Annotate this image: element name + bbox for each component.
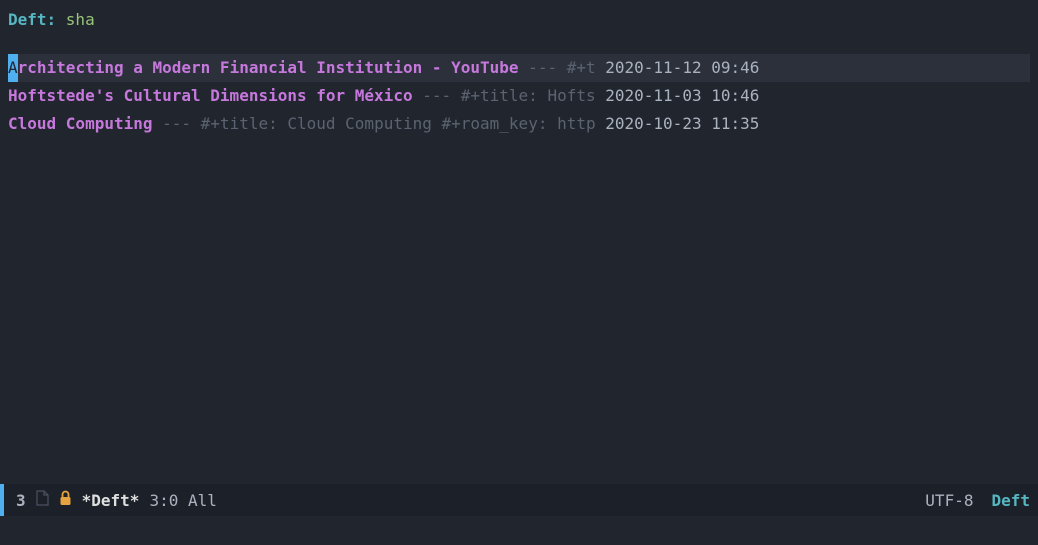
deft-prompt-label: Deft: bbox=[8, 10, 66, 29]
echo-area bbox=[0, 516, 1038, 545]
file-icon bbox=[36, 490, 49, 510]
result-count: 3 bbox=[16, 491, 26, 510]
cursor: A bbox=[8, 54, 18, 82]
result-row[interactable]: Architecting a Modern Financial Institut… bbox=[8, 54, 1030, 82]
major-mode: Deft bbox=[991, 491, 1030, 510]
deft-search-input[interactable]: sha bbox=[66, 10, 95, 29]
editor-area: Deft: sha Architecting a Modern Financia… bbox=[0, 0, 1038, 484]
result-row[interactable]: Cloud Computing --- #+title: Cloud Compu… bbox=[8, 110, 1030, 138]
modeline-left: 3 *Deft* 3:0 All bbox=[8, 490, 217, 510]
result-separator: --- bbox=[153, 110, 201, 138]
result-separator: --- bbox=[413, 82, 461, 110]
result-summary: #+t bbox=[567, 54, 606, 82]
result-title: rchitecting a Modern Financial Instituti… bbox=[18, 54, 519, 82]
encoding: UTF-8 bbox=[925, 491, 973, 510]
result-title: Hoftstede's Cultural Dimensions for Méxi… bbox=[8, 82, 413, 110]
result-title: Cloud Computing bbox=[8, 110, 153, 138]
result-separator: --- bbox=[519, 54, 567, 82]
result-timestamp: 2020-11-12 09:46 bbox=[605, 54, 759, 82]
modeline: 3 *Deft* 3:0 All UTF-8 Deft bbox=[0, 484, 1038, 516]
buffer-name: *Deft* bbox=[82, 491, 140, 510]
result-row[interactable]: Hoftstede's Cultural Dimensions for Méxi… bbox=[8, 82, 1030, 110]
cursor-position: 3:0 All bbox=[149, 491, 216, 510]
modeline-accent bbox=[0, 484, 4, 516]
lock-icon bbox=[59, 490, 72, 510]
result-summary: #+title: Hofts bbox=[461, 82, 606, 110]
result-timestamp: 2020-10-23 11:35 bbox=[605, 110, 759, 138]
modeline-right: UTF-8 Deft bbox=[925, 491, 1030, 510]
result-summary: #+title: Cloud Computing #+roam_key: htt… bbox=[201, 110, 606, 138]
deft-prompt-line: Deft: sha bbox=[8, 6, 1030, 34]
result-timestamp: 2020-11-03 10:46 bbox=[605, 82, 759, 110]
